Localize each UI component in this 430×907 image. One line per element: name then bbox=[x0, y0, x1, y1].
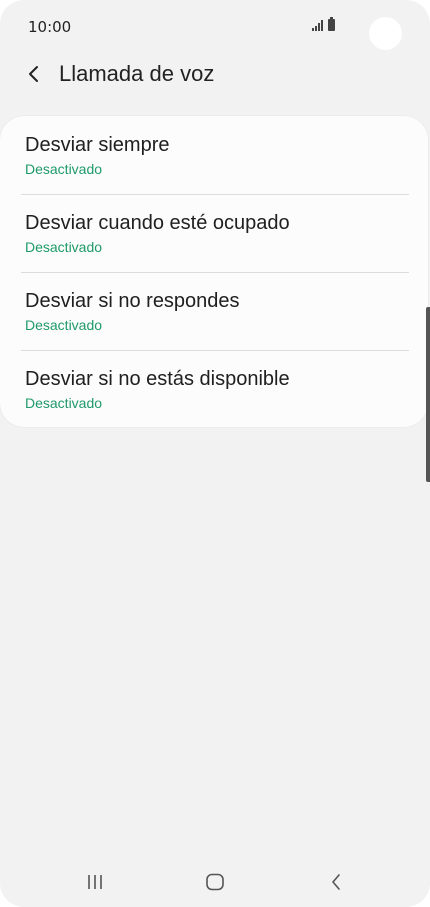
home-button[interactable] bbox=[195, 868, 235, 896]
page-title: Llamada de voz bbox=[59, 61, 215, 86]
item-title: Desviar siempre bbox=[25, 134, 170, 156]
list-item-desviar-no-respondes[interactable]: Desviar si no respondes Desactivado bbox=[0, 272, 428, 350]
recents-icon bbox=[88, 875, 102, 889]
item-status: Desactivado bbox=[25, 161, 103, 177]
chevron-left-icon bbox=[29, 66, 38, 82]
item-status: Desactivado bbox=[25, 239, 103, 255]
app-header: Llamada de voz bbox=[0, 56, 430, 96]
list-item-desviar-no-disponible[interactable]: Desviar si no estás disponible Desactiva… bbox=[0, 350, 428, 428]
signal-icon bbox=[312, 20, 323, 31]
item-status: Desactivado bbox=[25, 395, 103, 411]
item-title: Desviar si no estás disponible bbox=[25, 368, 290, 390]
home-icon bbox=[206, 873, 224, 891]
nav-back-button[interactable] bbox=[316, 868, 356, 896]
status-bar: 10:00 bbox=[0, 0, 430, 56]
item-status: Desactivado bbox=[25, 317, 103, 333]
navigation-bar bbox=[0, 852, 430, 907]
phone-screen: 10:00 Llamada de voz Desviar siempre Des… bbox=[0, 0, 430, 907]
scroll-handle[interactable] bbox=[426, 307, 430, 482]
item-title: Desviar cuando esté ocupado bbox=[25, 212, 290, 234]
list-item-desviar-ocupado[interactable]: Desviar cuando esté ocupado Desactivado bbox=[0, 194, 428, 272]
status-icons bbox=[312, 17, 335, 31]
settings-card: Desviar siempre Desactivado Desviar cuan… bbox=[0, 116, 428, 427]
back-button[interactable] bbox=[20, 60, 48, 88]
recents-button[interactable] bbox=[75, 868, 115, 896]
status-time: 10:00 bbox=[28, 18, 72, 36]
battery-icon bbox=[328, 17, 335, 31]
list-item-desviar-siempre[interactable]: Desviar siempre Desactivado bbox=[0, 116, 428, 194]
item-title: Desviar si no respondes bbox=[25, 290, 240, 312]
back-icon bbox=[332, 874, 340, 890]
camera-cutout bbox=[369, 17, 402, 50]
